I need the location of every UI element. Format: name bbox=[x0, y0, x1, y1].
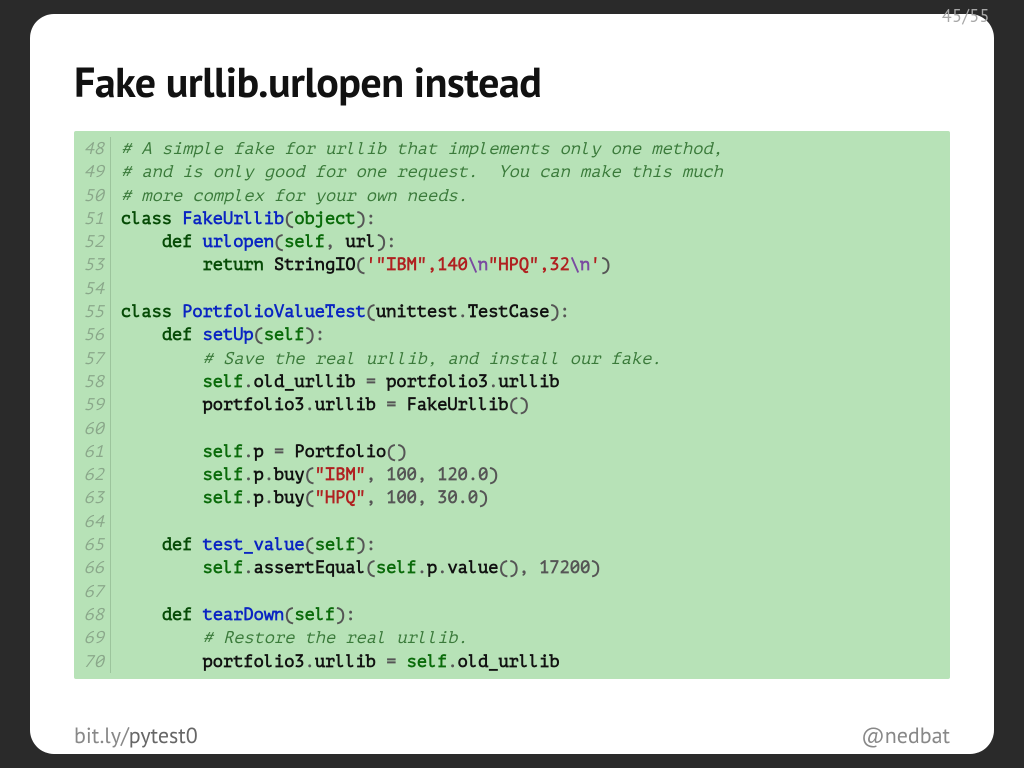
line-number: 59 bbox=[74, 393, 111, 416]
code-content: self.assertEqual(self.p.value(), 17200) bbox=[121, 556, 942, 579]
line-number: 55 bbox=[74, 300, 111, 323]
code-content: def test_value(self): bbox=[121, 533, 942, 556]
code-line: 68 def tearDown(self): bbox=[74, 603, 942, 626]
code-line: 59 portfolio3.urllib = FakeUrllib() bbox=[74, 393, 942, 416]
code-line: 70 portfolio3.urllib = self.old_urllib bbox=[74, 650, 942, 673]
code-content: class FakeUrllib(object): bbox=[121, 207, 942, 230]
code-content: self.p = Portfolio() bbox=[121, 440, 942, 463]
line-number: 62 bbox=[74, 463, 111, 486]
line-number: 69 bbox=[74, 626, 111, 649]
code-line: 55 class PortfolioValueTest(unittest.Test… bbox=[74, 300, 942, 323]
code-content: self.p.buy("HPQ", 100, 30.0) bbox=[121, 486, 942, 509]
code-content: # more complex for your own needs. bbox=[121, 184, 942, 207]
code-content: # Save the real urllib, and install our … bbox=[121, 347, 942, 370]
footer-handle: @nedbat bbox=[861, 722, 950, 750]
slide: 45/55 Fake urllib.urlopen instead 48# A … bbox=[30, 14, 994, 754]
code-line: 65 def test_value(self): bbox=[74, 533, 942, 556]
code-line: 63 self.p.buy("HPQ", 100, 30.0) bbox=[74, 486, 942, 509]
code-content: portfolio3.urllib = self.old_urllib bbox=[121, 650, 942, 673]
code-content: def setUp(self): bbox=[121, 323, 942, 346]
line-number: 48 bbox=[74, 137, 111, 160]
page-total: 55 bbox=[969, 4, 990, 27]
code-line: 66 self.assertEqual(self.p.value(), 1720… bbox=[74, 556, 942, 579]
line-number: 66 bbox=[74, 556, 111, 579]
line-number: 64 bbox=[74, 510, 111, 533]
code-line: 69 # Restore the real urllib. bbox=[74, 626, 942, 649]
line-number: 67 bbox=[74, 580, 111, 603]
code-content: # A simple fake for urllib that implemen… bbox=[121, 137, 942, 160]
line-number: 52 bbox=[74, 230, 111, 253]
code-content bbox=[121, 277, 942, 300]
line-number: 54 bbox=[74, 277, 111, 300]
footer-link-head: bit.ly/ bbox=[74, 722, 129, 750]
code-line: 57 # Save the real urllib, and install o… bbox=[74, 347, 942, 370]
line-number: 68 bbox=[74, 603, 111, 626]
line-number: 49 bbox=[74, 160, 111, 183]
code-content bbox=[121, 510, 942, 533]
line-number: 63 bbox=[74, 486, 111, 509]
code-content: def tearDown(self): bbox=[121, 603, 942, 626]
code-line: 60 bbox=[74, 417, 942, 440]
code-content bbox=[121, 417, 942, 440]
code-content: return StringIO('"IBM",140\n"HPQ",32\n') bbox=[121, 253, 942, 276]
line-number: 51 bbox=[74, 207, 111, 230]
code-line: 54 bbox=[74, 277, 942, 300]
code-content: # Restore the real urllib. bbox=[121, 626, 942, 649]
code-content: self.old_urllib = portfolio3.urllib bbox=[121, 370, 942, 393]
line-number: 65 bbox=[74, 533, 111, 556]
code-content bbox=[121, 580, 942, 603]
page-counter: 45/55 bbox=[942, 4, 990, 27]
line-number: 61 bbox=[74, 440, 111, 463]
code-line: 58 self.old_urllib = portfolio3.urllib bbox=[74, 370, 942, 393]
line-number: 56 bbox=[74, 323, 111, 346]
code-line: 51 class FakeUrllib(object): bbox=[74, 207, 942, 230]
page-current: 45 bbox=[942, 4, 963, 27]
code-content: class PortfolioValueTest(unittest.TestCa… bbox=[121, 300, 942, 323]
footer-link: bit.ly/pytest0 bbox=[74, 722, 198, 750]
code-line: 52 def urlopen(self, url): bbox=[74, 230, 942, 253]
code-line: 56 def setUp(self): bbox=[74, 323, 942, 346]
code-line: 49 # and is only good for one request. Yo… bbox=[74, 160, 942, 183]
footer-link-tail: pytest0 bbox=[129, 722, 198, 750]
code-content: def urlopen(self, url): bbox=[121, 230, 942, 253]
line-number: 60 bbox=[74, 417, 111, 440]
code-content: # and is only good for one request. You … bbox=[121, 160, 942, 183]
code-line: 64 bbox=[74, 510, 942, 533]
code-content: portfolio3.urllib = FakeUrllib() bbox=[121, 393, 942, 416]
line-number: 53 bbox=[74, 253, 111, 276]
code-line: 50 # more complex for your own needs. bbox=[74, 184, 942, 207]
code-content: self.p.buy("IBM", 100, 120.0) bbox=[121, 463, 942, 486]
code-line: 61 self.p = Portfolio() bbox=[74, 440, 942, 463]
line-number: 57 bbox=[74, 347, 111, 370]
code-line: 62 self.p.buy("IBM", 100, 120.0) bbox=[74, 463, 942, 486]
code-line: 48 # A simple fake for urllib that implem… bbox=[74, 137, 942, 160]
line-number: 58 bbox=[74, 370, 111, 393]
line-number: 50 bbox=[74, 184, 111, 207]
code-line: 67 bbox=[74, 580, 942, 603]
code-block: 48 # A simple fake for urllib that implem… bbox=[74, 131, 950, 679]
line-number: 70 bbox=[74, 650, 111, 673]
slide-title: Fake urllib.urlopen instead bbox=[74, 54, 950, 109]
slide-footer: bit.ly/pytest0 @nedbat bbox=[74, 722, 950, 750]
code-line: 53 return StringIO('"IBM",140\n"HPQ",32\… bbox=[74, 253, 942, 276]
